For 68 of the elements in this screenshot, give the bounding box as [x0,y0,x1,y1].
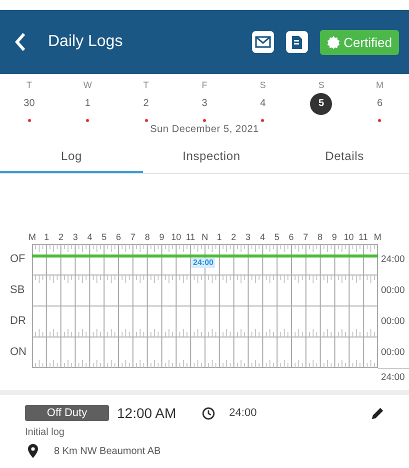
hour-label: 1 [43,231,50,244]
location-pin-icon [28,444,38,458]
hour-label: 9 [330,231,338,244]
weekday-label: T [26,79,32,91]
badge-icon [326,36,340,48]
duration: 24:00 [229,407,258,419]
hour-label: 2 [230,231,238,244]
hour-label: 4 [258,231,266,244]
tab[interactable]: Inspection [143,141,280,173]
day-number[interactable]: 4 [252,93,274,115]
status-total: 00:00 [380,315,406,329]
screen-title: Daily Logs [48,33,124,51]
hour-label: 8 [316,231,324,244]
back-button[interactable] [14,32,26,52]
hour-label: 9 [158,231,166,244]
document-button[interactable] [286,31,308,53]
hour-label: N [200,231,210,244]
hour-label: 2 [57,231,64,244]
status-badge: Off Duty [25,405,109,421]
hour-label: 7 [302,231,310,244]
location: 8 Km NW Beaumont AB [54,446,161,456]
day-number[interactable]: 6 [368,93,391,115]
weekday-label: F [202,79,208,91]
hour-label: 6 [115,231,122,244]
grand-total: 24:00 [378,368,409,386]
status-total: 24:00 [380,253,406,267]
hour-label: 8 [144,231,151,244]
weekday-label: W [83,79,92,91]
hour-label: 7 [129,231,136,244]
hour-label: 1 [216,231,223,244]
day-number[interactable]: 5 [310,93,332,115]
log-note: Initial log [25,427,66,438]
hour-label: 4 [86,231,94,244]
start-time: 12:00 AM [117,405,176,421]
envelope-icon [254,36,271,48]
status-label: SB [9,283,26,298]
status-label: ON [9,345,28,360]
hour-label: 11 [358,231,369,244]
hour-label: 10 [170,231,182,244]
tab[interactable]: Details [280,141,409,173]
day-number[interactable]: 1 [76,93,99,115]
status-label: OF [9,252,26,267]
tab[interactable]: Log [0,141,143,173]
selected-date: Sun December 5, 2021 [149,124,260,135]
status-total: 00:00 [380,346,406,360]
hour-label: 3 [244,231,252,244]
hour-label: 6 [288,231,295,244]
document-icon [290,34,303,50]
edit-button[interactable] [370,406,385,420]
weekday-label: S [318,79,324,91]
hour-label: 5 [100,231,108,244]
status-label: DR [9,314,27,329]
day-number[interactable]: 30 [18,93,40,115]
day-number[interactable]: 2 [135,93,158,115]
hour-label: M [27,231,37,244]
hour-label: 11 [184,231,196,244]
clock-icon [202,406,216,420]
email-button[interactable] [252,31,274,53]
hour-label: M [372,231,382,244]
hour-label: 3 [72,231,79,244]
hour-label: 5 [273,231,280,244]
day-number[interactable]: 3 [193,93,216,115]
weekday-label: T [143,79,149,91]
weekday-label: S [260,79,266,91]
weekday-label: M [376,79,384,91]
hour-label: 10 [342,231,355,244]
status-total: 00:00 [380,284,406,298]
duration-marker: 24:00 [191,258,216,268]
